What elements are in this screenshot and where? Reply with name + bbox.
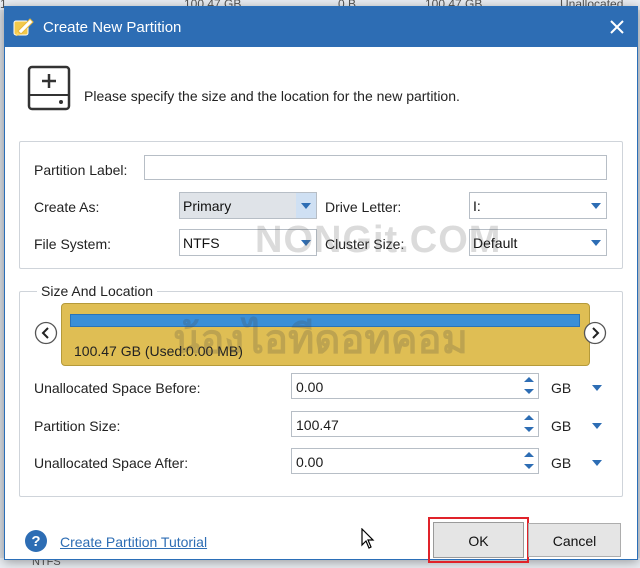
cancel-button[interactable]: Cancel — [528, 523, 621, 557]
decrement-button[interactable] — [520, 461, 538, 473]
partition-wizard-icon — [13, 18, 34, 36]
unit-label: GB — [551, 455, 572, 471]
close-icon[interactable] — [603, 13, 631, 41]
unit-dropdown-icon[interactable] — [591, 458, 603, 468]
decrement-button[interactable] — [520, 424, 538, 436]
increment-button[interactable] — [520, 374, 538, 386]
chevron-left-icon[interactable] — [34, 321, 58, 345]
partition-label-label: Partition Label: — [34, 162, 128, 178]
instruction-text: Please specify the size and the location… — [84, 88, 460, 104]
increment-button[interactable] — [520, 449, 538, 461]
title-bar[interactable]: Create New Partition — [5, 7, 637, 47]
unit-dropdown-icon[interactable] — [591, 421, 603, 431]
create-as-label: Create As: — [34, 199, 100, 215]
unallocated-before-stepper[interactable]: 0.00 — [291, 373, 539, 399]
unit-label: GB — [551, 418, 572, 434]
partition-size-stepper[interactable]: 100.47 — [291, 411, 539, 437]
file-system-select[interactable]: NTFS — [179, 229, 317, 256]
chevron-down-icon[interactable] — [586, 193, 606, 218]
help-icon[interactable]: ? — [24, 529, 48, 553]
increment-button[interactable] — [520, 412, 538, 424]
partition-label-input[interactable] — [144, 155, 607, 180]
dialog-title: Create New Partition — [43, 19, 182, 36]
drive-letter-value: I: — [473, 198, 481, 214]
unallocated-before-label: Unallocated Space Before: — [34, 380, 201, 396]
cluster-size-value: Default — [473, 235, 518, 251]
chevron-down-icon[interactable] — [296, 193, 316, 218]
unallocated-before-value: 0.00 — [296, 379, 324, 395]
chevron-down-icon[interactable] — [296, 230, 316, 255]
decrement-button[interactable] — [520, 386, 538, 398]
cluster-size-select[interactable]: Default — [469, 229, 607, 256]
size-location-title: Size And Location — [37, 283, 158, 299]
partition-size-value: 100.47 — [296, 417, 339, 433]
create-partition-dialog: Create New Partition Please specify the … — [4, 6, 638, 563]
add-drive-icon — [27, 65, 71, 111]
file-system-value: NTFS — [183, 235, 220, 251]
partition-block[interactable]: 100.47 GB (Used:0.00 MB) — [61, 303, 590, 366]
chevron-right-icon[interactable] — [583, 321, 607, 345]
unallocated-after-value: 0.00 — [296, 454, 324, 470]
unit-label: GB — [551, 380, 572, 396]
create-as-value: Primary — [183, 198, 232, 214]
create-as-select[interactable]: Primary — [179, 192, 317, 219]
unallocated-after-label: Unallocated Space After: — [34, 455, 189, 471]
partition-size-label: Partition Size: — [34, 418, 121, 434]
create-partition-tutorial-link[interactable]: Create Partition Tutorial — [60, 534, 207, 550]
cluster-size-label: Cluster Size: — [325, 236, 405, 252]
drive-letter-label: Drive Letter: — [325, 199, 402, 215]
file-system-label: File System: — [34, 236, 112, 252]
partition-size-text: 100.47 GB (Used:0.00 MB) — [74, 343, 243, 359]
partition-usage-bar — [70, 314, 580, 327]
ok-button[interactable]: OK — [433, 522, 524, 558]
mouse-cursor-icon — [361, 528, 375, 549]
drive-letter-select[interactable]: I: — [469, 192, 607, 219]
chevron-down-icon[interactable] — [586, 230, 606, 255]
unallocated-after-stepper[interactable]: 0.00 — [291, 448, 539, 474]
svg-text:?: ? — [31, 533, 40, 550]
unit-dropdown-icon[interactable] — [591, 383, 603, 393]
